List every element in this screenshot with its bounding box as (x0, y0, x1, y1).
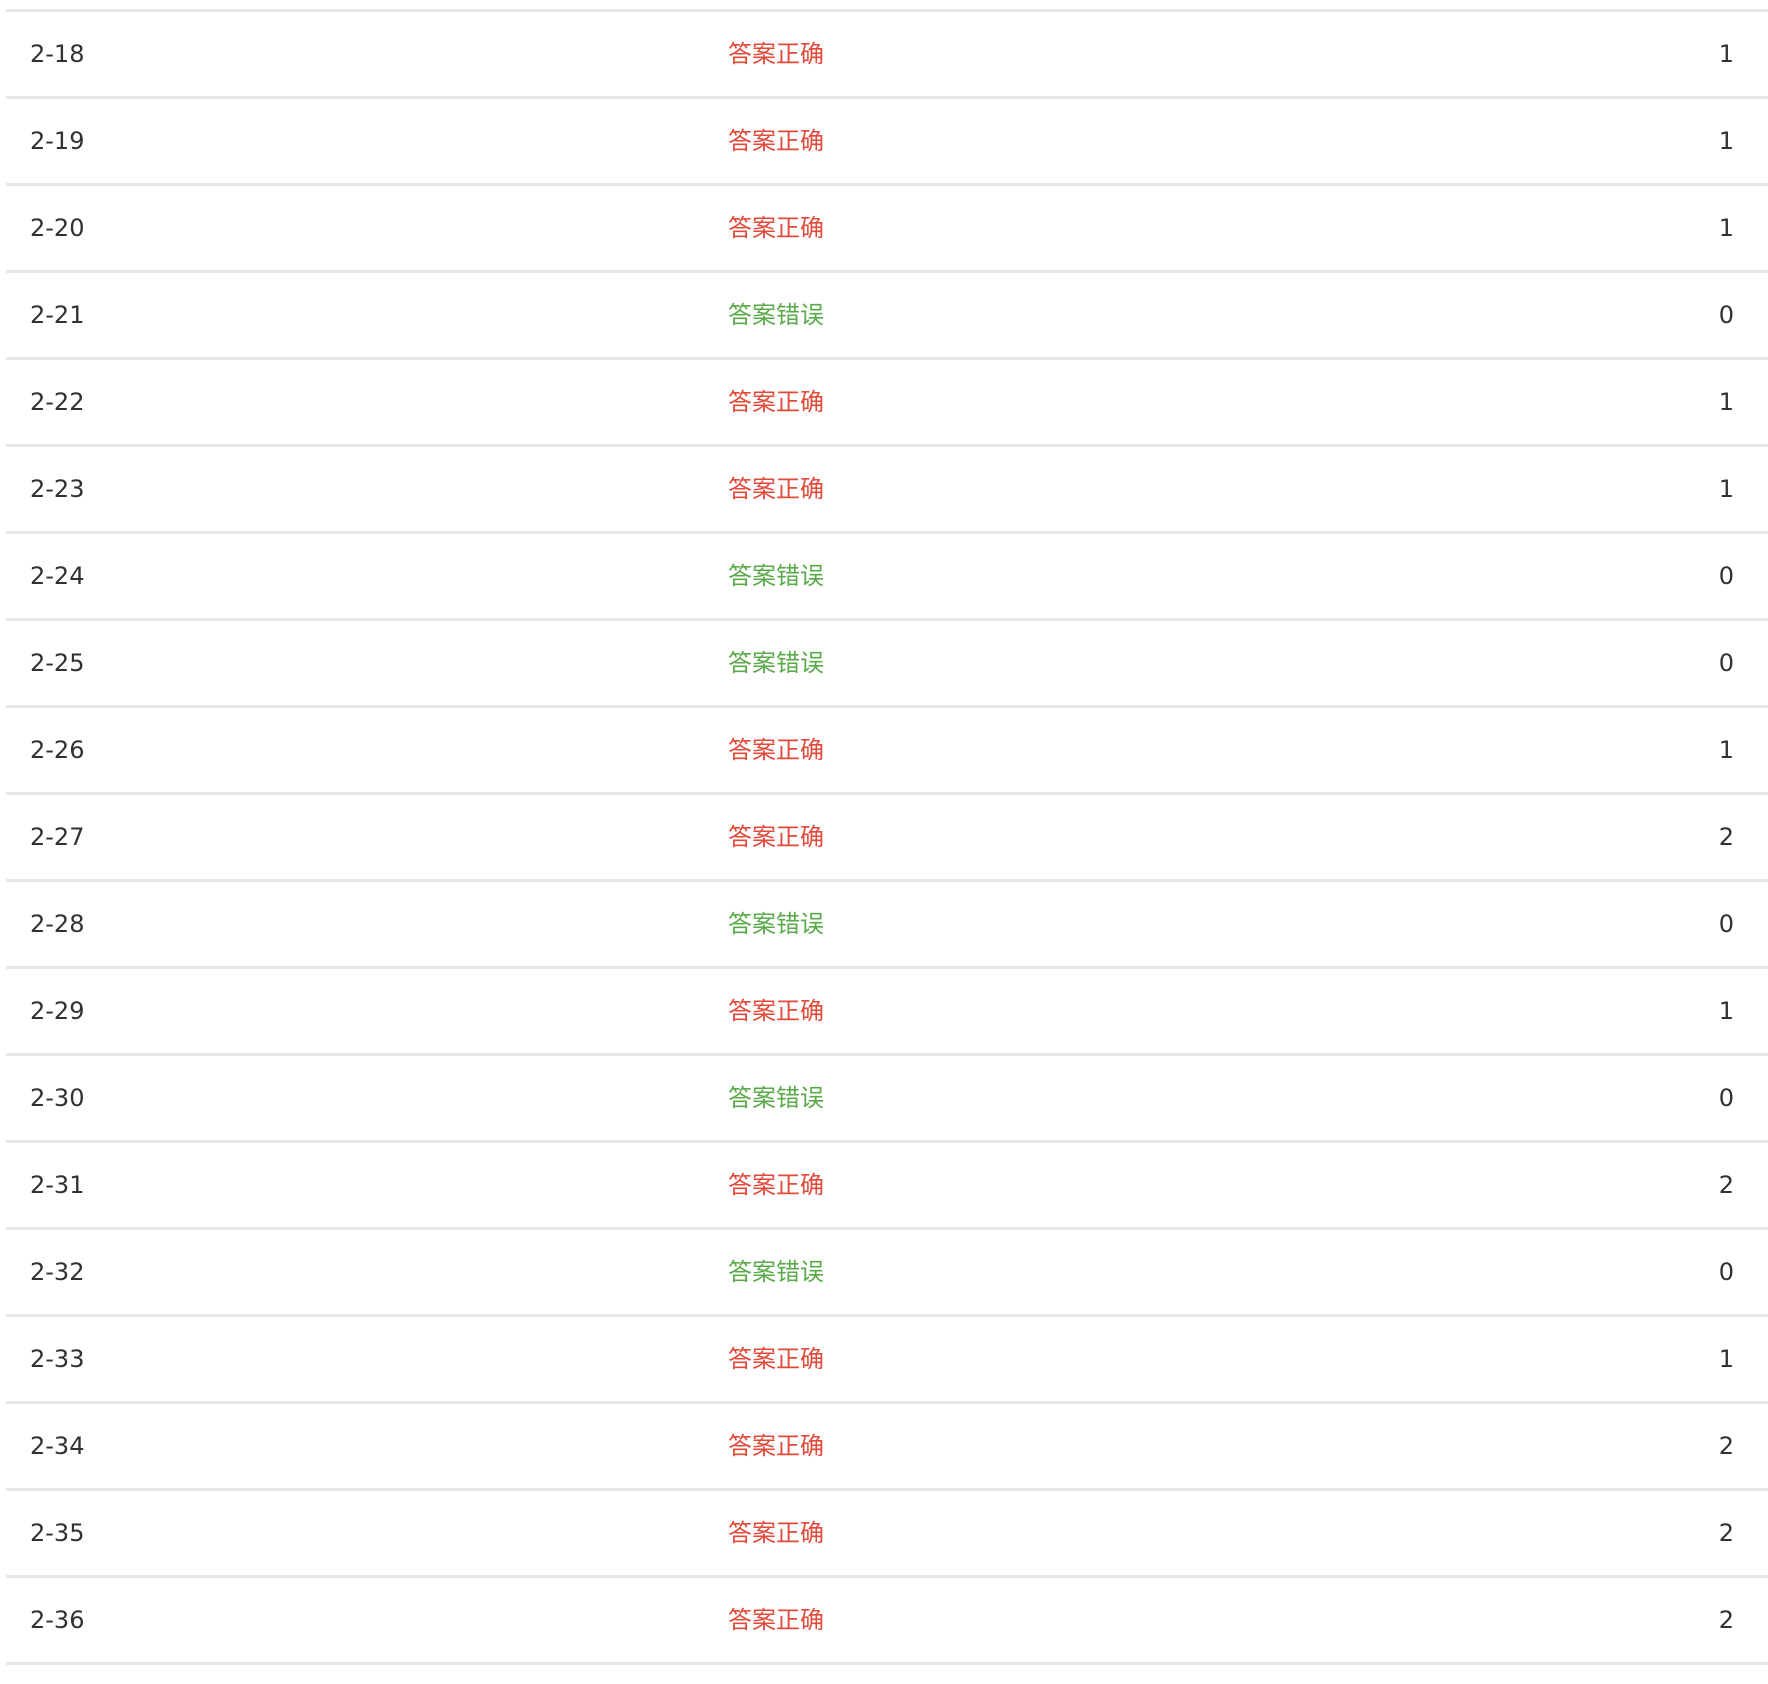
status-correct: 答案正确 (728, 1432, 824, 1460)
problem-id: 2-24 (30, 562, 85, 590)
problem-id: 2-33 (30, 1345, 85, 1373)
problem-id: 2-32 (30, 1258, 85, 1286)
status-correct: 答案正确 (728, 823, 824, 851)
table-row[interactable]: 2-18 答案正确 1 (6, 9, 1768, 96)
status-correct: 答案正确 (728, 997, 824, 1025)
status-correct: 答案正确 (728, 1345, 824, 1373)
status-correct: 答案正确 (728, 214, 824, 242)
table-row[interactable]: 2-23 答案正确 1 (6, 444, 1768, 531)
status-correct: 答案正确 (728, 736, 824, 764)
problem-id: 2-29 (30, 997, 85, 1025)
score-value: 0 (1718, 562, 1734, 590)
table-row[interactable]: 2-35 答案正确 2 (6, 1488, 1768, 1575)
problem-id: 2-35 (30, 1519, 85, 1547)
problem-id: 2-27 (30, 823, 85, 851)
table-row[interactable]: 2-31 答案正确 2 (6, 1140, 1768, 1227)
score-value: 0 (1718, 301, 1734, 329)
score-value: 1 (1718, 40, 1734, 68)
problem-id: 2-18 (30, 40, 85, 68)
problem-id: 2-25 (30, 649, 85, 677)
table-row[interactable]: 2-33 答案正确 1 (6, 1314, 1768, 1401)
status-wrong: 答案错误 (728, 649, 824, 677)
problem-id: 2-20 (30, 214, 85, 242)
score-value: 2 (1718, 1606, 1734, 1634)
score-value: 2 (1718, 823, 1734, 851)
problem-id: 2-36 (30, 1606, 85, 1634)
table-row[interactable]: 2-24 答案错误 0 (6, 531, 1768, 618)
problem-id: 2-19 (30, 127, 85, 155)
table-row[interactable]: 2-32 答案错误 0 (6, 1227, 1768, 1314)
status-wrong: 答案错误 (728, 910, 824, 938)
score-value: 2 (1718, 1519, 1734, 1547)
table-row[interactable]: 2-36 答案正确 2 (6, 1575, 1768, 1665)
table-row[interactable]: 2-19 答案正确 1 (6, 96, 1768, 183)
table-row[interactable]: 2-22 答案正确 1 (6, 357, 1768, 444)
table-row[interactable]: 2-30 答案错误 0 (6, 1053, 1768, 1140)
table-row[interactable]: 2-26 答案正确 1 (6, 705, 1768, 792)
status-wrong: 答案错误 (728, 1084, 824, 1112)
table-row[interactable]: 2-20 答案正确 1 (6, 183, 1768, 270)
score-value: 0 (1718, 910, 1734, 938)
table-row[interactable]: 2-21 答案错误 0 (6, 270, 1768, 357)
score-value: 1 (1718, 997, 1734, 1025)
score-value: 0 (1718, 649, 1734, 677)
score-value: 1 (1718, 388, 1734, 416)
status-correct: 答案正确 (728, 1171, 824, 1199)
score-value: 0 (1718, 1084, 1734, 1112)
score-value: 2 (1718, 1432, 1734, 1460)
status-correct: 答案正确 (728, 1606, 824, 1634)
table-row[interactable]: 2-29 答案正确 1 (6, 966, 1768, 1053)
table-row[interactable]: 2-28 答案错误 0 (6, 879, 1768, 966)
status-wrong: 答案错误 (728, 301, 824, 329)
status-correct: 答案正确 (728, 127, 824, 155)
score-value: 1 (1718, 1345, 1734, 1373)
problem-id: 2-26 (30, 736, 85, 764)
problem-id: 2-28 (30, 910, 85, 938)
status-wrong: 答案错误 (728, 562, 824, 590)
status-wrong: 答案错误 (728, 1258, 824, 1286)
score-value: 0 (1718, 1258, 1734, 1286)
table-row[interactable]: 2-27 答案正确 2 (6, 792, 1768, 879)
status-correct: 答案正确 (728, 40, 824, 68)
results-table: 2-18 答案正确 1 2-19 答案正确 1 2-20 答案正确 1 2-21 答案错误 0 2-22… (6, 9, 1768, 1665)
table-row[interactable]: 2-25 答案错误 0 (6, 618, 1768, 705)
score-value: 1 (1718, 127, 1734, 155)
status-correct: 答案正确 (728, 475, 824, 503)
score-value: 1 (1718, 736, 1734, 764)
problem-id: 2-30 (30, 1084, 85, 1112)
score-value: 1 (1718, 214, 1734, 242)
score-value: 1 (1718, 475, 1734, 503)
problem-id: 2-31 (30, 1171, 85, 1199)
status-correct: 答案正确 (728, 1519, 824, 1547)
problem-id: 2-21 (30, 301, 85, 329)
problem-id: 2-34 (30, 1432, 85, 1460)
status-correct: 答案正确 (728, 388, 824, 416)
problem-id: 2-23 (30, 475, 85, 503)
score-value: 2 (1718, 1171, 1734, 1199)
table-row[interactable]: 2-34 答案正确 2 (6, 1401, 1768, 1488)
problem-id: 2-22 (30, 388, 85, 416)
